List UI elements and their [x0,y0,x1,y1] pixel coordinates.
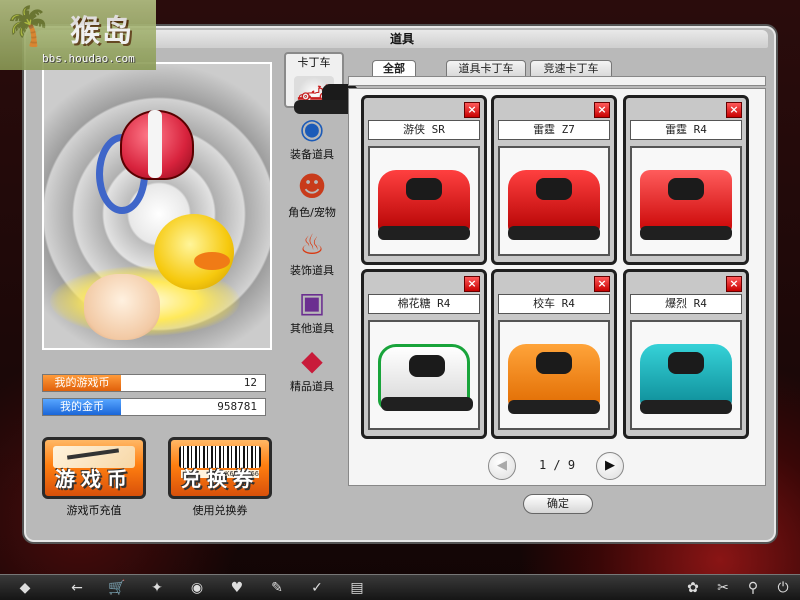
item-name: 雷霆 Z7 [498,120,610,140]
logo-url: bbs.houdao.com [42,52,135,65]
item-card[interactable]: × 雷霆 R4 [623,95,749,265]
category-label: 精品道具 [290,380,334,393]
item-image [498,146,610,256]
category-label: 装饰道具 [290,264,334,277]
category-premium[interactable]: ◆ 精品道具 [280,344,344,400]
game-coin-label: 我的游戏币 [43,375,121,391]
gold-row: 我的金币 958781 [42,398,266,416]
character-preview [42,62,272,350]
delete-icon[interactable]: × [464,102,480,118]
gold-value: 958781 [217,400,257,413]
goggles-icon: ◉ [299,112,325,145]
category-label: 卡丁车 [297,56,331,69]
item-card[interactable]: × 棉花糖 R4 [361,269,487,439]
kart-icon: 🏎 [294,76,386,114]
item-image [498,320,610,430]
delete-icon[interactable]: × [594,102,610,118]
item-card[interactable]: × 雷霆 Z7 [491,95,617,265]
item-grid: × 游侠 SR × 雷霆 Z7 × 雷霆 R4 × 棉花糖 R4 × 校车 R4… [348,88,766,486]
delete-icon[interactable]: × [594,276,610,292]
power-icon[interactable]: ⏻ [772,578,794,598]
item-card[interactable]: × 校车 R4 [491,269,617,439]
item-icon[interactable]: ◉ [186,578,208,598]
back-icon[interactable]: ← [66,578,88,598]
site-logo: 🌴 猴岛 bbs.houdao.com [0,0,156,70]
goat-pet [84,274,160,340]
category-label: 其他道具 [290,322,334,335]
duck-beak [194,252,230,270]
gold-label: 我的金币 [43,399,121,415]
category-label: 装备道具 [290,148,334,161]
school-bus-kart-image [508,344,600,414]
home-icon[interactable]: ◆ [14,578,36,598]
character-icon[interactable]: ✦ [146,578,168,598]
tab-underline [348,76,766,86]
flower-icon[interactable]: ✿ [682,578,704,598]
delete-icon[interactable]: × [464,276,480,292]
heart-icon[interactable]: ♥ [226,578,248,598]
game-coin-value: 12 [243,376,257,389]
delete-icon[interactable]: × [726,102,742,118]
white-kart-image [378,344,473,411]
category-kart[interactable]: 🏎 卡丁车 [284,52,386,114]
red-kart-image [378,170,470,240]
tools-icon[interactable]: ✂ [712,578,734,598]
prev-page-button[interactable]: ◀ [488,452,516,480]
category-equipment[interactable]: ◉ 装备道具 [280,112,344,168]
palm-tree-icon: 🌴 [4,4,52,48]
category-role-pet[interactable]: ☻ 角色/宠物 [280,170,344,226]
item-card[interactable]: × 爆烈 R4 [623,269,749,439]
red-kart-image [508,170,600,240]
search-icon[interactable]: ⚲ [742,578,764,598]
category-decoration[interactable]: ♨ 装饰道具 [280,228,344,284]
bottom-taskbar: ◆ ← 🛒 ✦ ◉ ♥ ✎ ✓ ▤ ✿ ✂ ⚲ ⏻ [0,574,800,600]
item-image [630,320,742,430]
helmet-stripe [148,110,162,178]
red-kart-image [640,170,732,240]
item-image [368,146,480,256]
pen-icon[interactable]: ✎ [266,578,288,598]
recharge-button-text: 游戏币 [55,467,133,491]
shop-cart-icon[interactable]: 🛒 [106,578,128,598]
game-coin-row: 我的游戏币 12 [42,374,266,392]
monkey-icon: ☻ [297,170,327,203]
item-name: 棉花糖 R4 [368,294,480,314]
gem-icon: ◆ [301,344,323,377]
item-name: 游侠 SR [368,120,480,140]
voucher-button[interactable]: B 0K6B74266 兑换券 [168,437,272,499]
flame-shirt-icon: ♨ [299,228,325,261]
category-label: 角色/宠物 [288,206,336,219]
category-other[interactable]: ▣ 其他道具 [280,286,344,342]
voucher-button-text: 兑换券 [181,467,259,491]
logo-brand: 猴岛 [70,14,134,49]
item-image [368,320,480,430]
voucher-caption: 使用兑换券 [192,504,248,517]
confirm-button[interactable]: 确定 [523,494,593,514]
items-window: 道具 我的游戏币 12 我的金币 958781 游戏币 游戏币充值 B 0K6B… [24,26,776,542]
gift-box-icon: ▣ [298,286,326,319]
item-card[interactable]: × 游侠 SR [361,95,487,265]
recharge-caption: 游戏币充值 [66,504,122,517]
page-indicator: 1 / 9 [538,458,576,472]
check-icon[interactable]: ✓ [306,578,328,598]
item-name: 雷霆 R4 [630,120,742,140]
delete-icon[interactable]: × [726,276,742,292]
item-image [630,146,742,256]
item-name: 校车 R4 [498,294,610,314]
recharge-button[interactable]: 游戏币 [42,437,146,499]
book-icon[interactable]: ▤ [346,578,368,598]
item-name: 爆烈 R4 [630,294,742,314]
cyan-kart-image [640,344,732,414]
next-page-button[interactable]: ▶ [596,452,624,480]
duck-pet [154,214,234,290]
